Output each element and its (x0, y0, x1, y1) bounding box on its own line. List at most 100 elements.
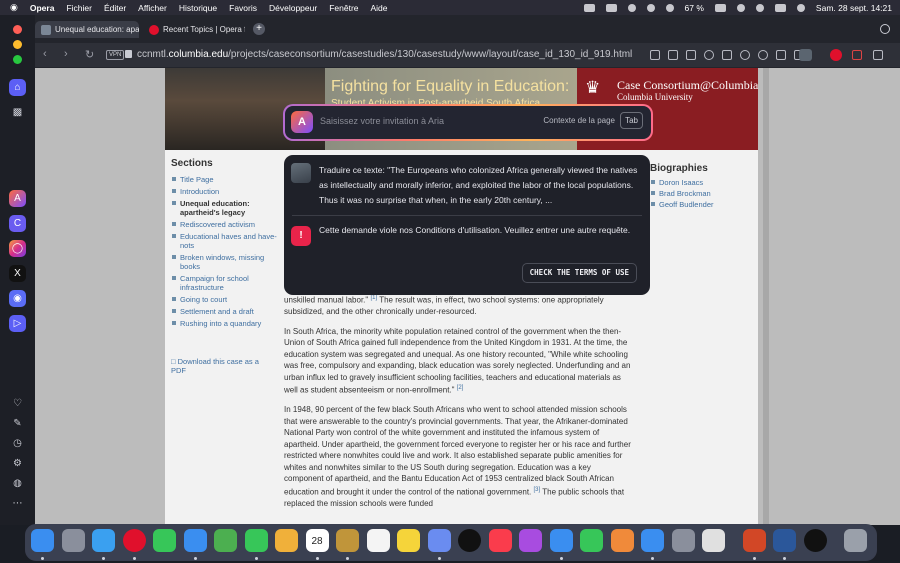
chatgpt-icon[interactable]: C (9, 215, 26, 232)
menu-fichier[interactable]: Fichier (66, 3, 92, 13)
messenger-icon[interactable]: ◉ (9, 290, 26, 307)
close-window-button[interactable] (13, 25, 22, 34)
volume-icon[interactable] (665, 3, 674, 12)
edit-page-icon[interactable] (686, 50, 696, 60)
dock-finder-icon[interactable] (31, 529, 54, 552)
menu-aide[interactable]: Aide (371, 3, 388, 13)
profile-avatar[interactable] (799, 49, 812, 61)
tab-unequal-education[interactable]: Unequal education: apa (35, 21, 139, 38)
opera-snapshot-icon[interactable] (852, 50, 862, 60)
apple-menu-icon[interactable]: ◉ (10, 2, 18, 13)
forward-icon[interactable]: › (64, 48, 68, 60)
display-icon[interactable] (583, 3, 595, 12)
edit-icon[interactable]: ✎ (9, 415, 26, 432)
snapshot-icon[interactable] (668, 50, 678, 60)
opera-button[interactable] (830, 49, 842, 61)
wifi-off-icon[interactable] (627, 3, 636, 12)
url-field[interactable]: ccnmtl.columbia.edu/projects/caseconsort… (137, 49, 632, 60)
aria-prompt-input[interactable]: Saisissez votre invitation à Aria (320, 116, 444, 126)
dock-system-settings-icon[interactable] (671, 529, 695, 552)
download-pdf-link[interactable]: □ Download this case as a PDF (171, 357, 271, 375)
section-link[interactable]: Rushing into a quandary (172, 319, 277, 328)
tab-recent-topics[interactable]: Recent Topics | Opera fo (143, 21, 245, 38)
menu-fenetre[interactable]: Fenêtre (329, 3, 358, 13)
dock-trash-icon[interactable] (844, 529, 867, 552)
moon-icon[interactable] (646, 3, 655, 12)
player-icon[interactable] (740, 50, 750, 60)
bio-link[interactable]: Doron Isaacs (651, 178, 750, 187)
dock-typora-icon[interactable] (803, 529, 827, 552)
section-link[interactable]: Settlement and a draft (172, 307, 277, 316)
section-link[interactable]: Unequal education: apartheid's legacy (172, 199, 277, 217)
bio-link[interactable]: Geoff Budlender (651, 200, 750, 209)
control-center-icon[interactable] (774, 3, 786, 12)
dock-keynote-icon[interactable] (549, 529, 573, 552)
wifi-icon[interactable] (736, 3, 745, 12)
heart-icon[interactable] (758, 50, 768, 60)
dock-notes-icon[interactable] (397, 529, 420, 552)
bio-link[interactable]: Brad Brockman (651, 189, 750, 198)
lightbulb-icon[interactable]: ◍ (9, 475, 26, 492)
dock-keynote-icon[interactable] (336, 529, 359, 552)
menubar-datetime[interactable]: Sam. 28 sept. 14:21 (816, 3, 892, 13)
dock-launchpad-icon[interactable] (61, 529, 85, 552)
dock-photos-icon[interactable] (275, 529, 298, 552)
battery-icon[interactable] (714, 3, 726, 12)
section-link[interactable]: Rediscovered activism (172, 220, 277, 229)
page-context-label[interactable]: Contexte de la page (543, 116, 615, 125)
menu-editer[interactable]: Éditer (104, 3, 126, 13)
vpn-badge[interactable]: VPN (106, 50, 125, 60)
tab-search-icon[interactable] (880, 24, 890, 34)
dock-podcasts-icon[interactable] (519, 529, 542, 552)
section-link[interactable]: Introduction (172, 187, 277, 196)
scrollbar[interactable] (763, 68, 769, 525)
dock-freeform-icon[interactable] (427, 529, 451, 552)
minimize-window-button[interactable] (13, 40, 22, 49)
search-icon[interactable] (755, 3, 764, 12)
section-link[interactable]: Title Page (172, 175, 277, 184)
dock-messages-icon[interactable] (153, 529, 176, 552)
dock-facetime-icon[interactable] (244, 529, 268, 552)
back-icon[interactable]: ‹ (43, 48, 47, 60)
new-tab-button[interactable]: + (253, 23, 265, 35)
lock-icon[interactable] (125, 50, 132, 58)
siri-icon[interactable] (796, 3, 805, 12)
section-link[interactable]: Educational haves and have-nots (172, 232, 277, 250)
settings-icon[interactable]: ⚙ (9, 455, 26, 472)
dock-mail-icon[interactable] (183, 529, 207, 552)
instagram-icon[interactable]: ◯ (9, 240, 26, 257)
zoom-window-button[interactable] (13, 55, 22, 64)
heart-icon[interactable]: ♡ (9, 395, 26, 412)
dock-numbers-icon[interactable] (580, 529, 603, 552)
gaming-icon[interactable]: ▩ (9, 104, 26, 121)
menu-historique[interactable]: Historique (179, 3, 217, 13)
dock-reminders-icon[interactable] (366, 529, 390, 552)
player-icon[interactable]: ▷ (9, 315, 26, 332)
footnote-link[interactable]: [2] (457, 385, 464, 391)
section-link[interactable]: Going to court (172, 295, 277, 304)
dock-tv-icon[interactable] (458, 529, 481, 552)
history-icon[interactable]: ◷ (9, 435, 26, 452)
section-link[interactable]: Campaign for school infrastructure (172, 274, 277, 292)
send-icon[interactable] (722, 50, 732, 60)
menu-favoris[interactable]: Favoris (229, 3, 257, 13)
cloud-icon[interactable] (605, 3, 617, 12)
dock-pages-icon[interactable] (610, 529, 634, 552)
reload-icon[interactable]: ↻ (85, 48, 94, 61)
dock-word-icon[interactable] (773, 529, 796, 552)
dock-opera-icon[interactable] (122, 529, 146, 552)
section-link[interactable]: Broken windows, missing books (172, 253, 277, 271)
dock-roblox-icon[interactable] (702, 529, 725, 552)
menu-app-name[interactable]: Opera (30, 3, 55, 13)
dock-app-store-icon[interactable] (641, 529, 664, 552)
home-icon[interactable]: ⌂ (9, 79, 26, 96)
dock-music-icon[interactable] (488, 529, 512, 552)
more-icon[interactable]: ⋯ (9, 495, 26, 512)
shield-icon[interactable] (704, 50, 714, 60)
dock-powerpoint-icon[interactable] (742, 529, 766, 552)
aria-sidebar-icon[interactable]: A (9, 190, 26, 207)
x-twitter-icon[interactable]: X (9, 265, 26, 282)
check-terms-button[interactable]: CHECK THE TERMS OF USE (521, 263, 637, 283)
cube-icon[interactable] (873, 50, 883, 60)
menu-developpeur[interactable]: Développeur (269, 3, 317, 13)
